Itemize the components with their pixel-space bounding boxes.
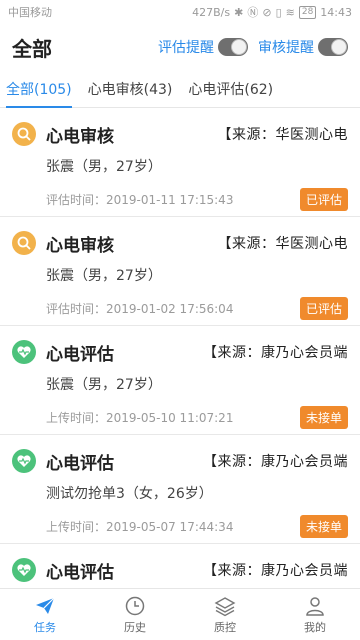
task-list[interactable]: 心电审核 【来源：华医测心电 张震（男，27岁） 评估时间：2019-01-11… — [0, 108, 360, 588]
card-source: 【来源：康乃心会员端 — [203, 345, 348, 361]
wifi-icon: ≋ — [285, 5, 295, 19]
review-icon — [12, 122, 36, 146]
patient-info: 测试勿抢单3（女，26岁） — [46, 486, 213, 502]
review-reminder-toggle[interactable]: 审核提醒 — [258, 37, 348, 57]
patient-info: 张震（男，27岁） — [46, 377, 162, 393]
status-badge: 未接单 — [299, 406, 348, 429]
page-title: 全部 — [12, 36, 52, 61]
nav-quality-control[interactable]: 质控 — [180, 589, 270, 640]
list-item[interactable]: 心电评估 【来源：康乃心会员端 — [0, 544, 360, 588]
nav-label: 我的 — [304, 620, 326, 634]
list-item[interactable]: 心电审核 【来源：华医测心电 张震（男，27岁） 评估时间：2019-01-11… — [0, 108, 360, 217]
layers-icon — [214, 595, 236, 617]
tab-all[interactable]: 全部(105) — [6, 70, 72, 108]
switch-knob — [331, 39, 347, 55]
timestamp: 上传时间：2019-05-07 17:44:34 — [46, 520, 234, 534]
card-title: 心电评估 — [46, 453, 114, 474]
carrier-name: 中国移动 — [8, 6, 52, 19]
status-badge: 已评估 — [299, 297, 348, 320]
vibrate-icon: ▯ — [275, 5, 282, 19]
nav-label: 质控 — [214, 620, 236, 634]
timestamp: 上传时间：2019-05-10 11:07:21 — [46, 411, 234, 425]
nav-history[interactable]: 历史 — [90, 589, 180, 640]
card-source: 【来源：康乃心会员端 — [203, 563, 348, 579]
list-item[interactable]: 心电审核 【来源：华医测心电 张震（男，27岁） 评估时间：2019-01-02… — [0, 217, 360, 326]
mute-icon: ⊘ — [262, 5, 272, 19]
nav-label: 历史 — [124, 620, 146, 634]
bottom-nav: 任务 历史 质控 我的 — [0, 588, 360, 640]
clock-icon — [124, 595, 146, 617]
paper-plane-icon — [34, 595, 56, 617]
status-badge: 未接单 — [299, 515, 348, 538]
review-reminder-label: 审核提醒 — [258, 40, 314, 56]
tab-ecg-evaluation[interactable]: 心电评估(62) — [188, 70, 273, 108]
nfc-icon: Ⓝ — [247, 6, 259, 19]
heart-ecg-icon — [12, 449, 36, 473]
nav-tasks[interactable]: 任务 — [0, 589, 90, 640]
clock: 14:43 — [320, 5, 352, 19]
nav-label: 任务 — [34, 620, 56, 634]
status-badge: 已评估 — [299, 188, 348, 211]
heart-ecg-icon — [12, 558, 36, 582]
list-item[interactable]: 心电评估 【来源：康乃心会员端 张震（男，27岁） 上传时间：2019-05-1… — [0, 326, 360, 435]
toggles: 评估提醒 审核提醒 — [158, 37, 348, 57]
card-title: 心电审核 — [46, 126, 114, 147]
heart-ecg-icon — [12, 340, 36, 364]
card-title: 心电评估 — [46, 344, 114, 365]
review-reminder-switch[interactable] — [318, 38, 348, 56]
person-icon — [304, 595, 326, 617]
eval-reminder-switch[interactable] — [218, 38, 248, 56]
tab-ecg-review[interactable]: 心电审核(43) — [88, 70, 173, 108]
card-source: 【来源：华医测心电 — [217, 236, 348, 252]
header: 全部 评估提醒 审核提醒 — [0, 24, 360, 70]
switch-knob — [231, 39, 247, 55]
status-bar: 中国移动 427B/s ✱ Ⓝ ⊘ ▯ ≋ 28 14:43 — [0, 0, 360, 24]
timestamp: 评估时间：2019-01-02 17:56:04 — [46, 302, 234, 316]
timestamp: 评估时间：2019-01-11 17:15:43 — [46, 193, 234, 207]
eval-reminder-toggle[interactable]: 评估提醒 — [158, 37, 248, 57]
review-icon — [12, 231, 36, 255]
eval-reminder-label: 评估提醒 — [158, 40, 214, 56]
status-bar-right: 427B/s ✱ Ⓝ ⊘ ▯ ≋ 28 14:43 — [192, 4, 352, 20]
patient-info: 张震（男，27岁） — [46, 159, 162, 175]
card-source: 【来源：康乃心会员端 — [203, 454, 348, 470]
card-source: 【来源：华医测心电 — [217, 127, 348, 143]
tab-bar: 全部(105) 心电审核(43) 心电评估(62) — [0, 70, 360, 108]
bluetooth-icon: ✱ — [234, 5, 244, 19]
list-item[interactable]: 心电评估 【来源：康乃心会员端 测试勿抢单3（女，26岁） 上传时间：2019-… — [0, 435, 360, 544]
patient-info: 张震（男，27岁） — [46, 268, 162, 284]
netspeed: 427B/s — [192, 5, 231, 19]
nav-profile[interactable]: 我的 — [270, 589, 360, 640]
card-title: 心电审核 — [46, 235, 114, 256]
battery-icon: 28 — [298, 5, 317, 19]
card-title: 心电评估 — [46, 562, 114, 583]
